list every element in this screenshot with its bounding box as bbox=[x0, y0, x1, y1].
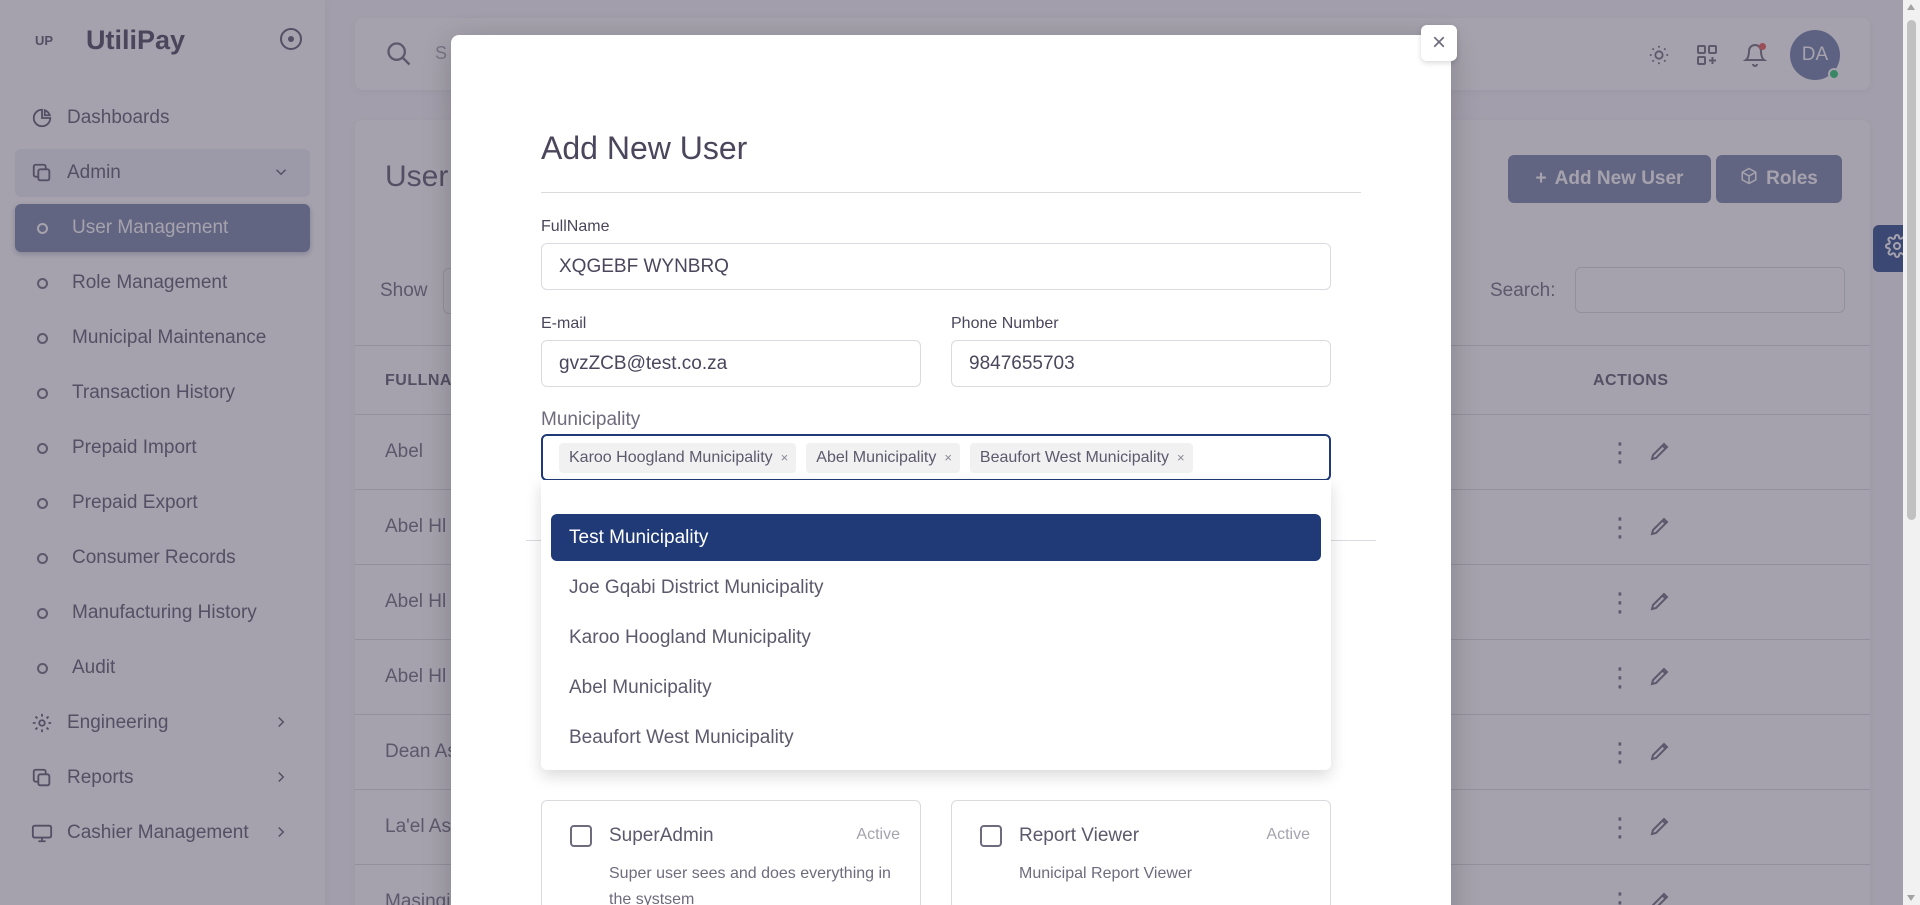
dropdown-option[interactable]: Test Municipality bbox=[551, 514, 1321, 561]
tag-label: Beaufort West Municipality bbox=[979, 448, 1170, 466]
selected-tag: Abel Municipality × bbox=[806, 442, 960, 473]
fullname-field[interactable]: XQGEBF WYNBRQ bbox=[541, 243, 1331, 290]
role-description: Municipal Report Viewer bbox=[1019, 865, 1193, 882]
email-label: E-mail bbox=[541, 315, 587, 332]
role-status: Active bbox=[856, 826, 900, 843]
role-checkbox[interactable] bbox=[570, 825, 592, 847]
modal-title: Add New User bbox=[541, 130, 748, 166]
dropdown-option[interactable]: Joe Gqabi District Municipality bbox=[551, 564, 1321, 611]
close-icon: × bbox=[1431, 29, 1446, 56]
scroll-up-icon[interactable] bbox=[1907, 4, 1915, 10]
phone-field[interactable]: 9847655703 bbox=[951, 340, 1331, 387]
fullname-label: FullName bbox=[541, 218, 610, 235]
selected-tag: Beaufort West Municipality × bbox=[969, 442, 1193, 473]
role-name: Report Viewer bbox=[1019, 825, 1140, 846]
role-checkbox[interactable] bbox=[980, 825, 1002, 847]
phone-label: Phone Number bbox=[951, 315, 1059, 332]
email-field[interactable]: gvzZCB@test.co.za bbox=[541, 340, 921, 387]
remove-tag-icon[interactable]: × bbox=[1177, 450, 1185, 465]
municipality-multiselect[interactable]: Karoo Hoogland Municipality × Abel Munici… bbox=[541, 434, 1331, 481]
role-name: SuperAdmin bbox=[609, 825, 714, 846]
remove-tag-icon[interactable]: × bbox=[781, 450, 789, 465]
dropdown-option[interactable]: Abel Municipality bbox=[551, 664, 1321, 711]
scrollbar-thumb[interactable] bbox=[1907, 20, 1916, 520]
dropdown-option[interactable]: Karoo Hoogland Municipality bbox=[551, 614, 1321, 661]
role-card-report-viewer[interactable]: Report Viewer Active Municipal Report Vi… bbox=[951, 800, 1331, 905]
tag-label: Karoo Hoogland Municipality bbox=[569, 448, 773, 466]
role-description: Super user sees and does everything in t… bbox=[609, 865, 891, 905]
selected-tag: Karoo Hoogland Municipality × bbox=[559, 442, 797, 473]
role-status: Active bbox=[1266, 826, 1310, 843]
modal-divider bbox=[541, 192, 1361, 193]
role-card-superadmin[interactable]: SuperAdmin Active Super user sees and do… bbox=[541, 800, 921, 905]
tag-label: Abel Municipality bbox=[816, 448, 937, 466]
municipality-label: Municipality bbox=[541, 409, 641, 430]
dropdown-option[interactable]: Beaufort West Municipality bbox=[551, 714, 1321, 761]
close-modal-button[interactable]: × bbox=[1421, 25, 1457, 61]
municipality-dropdown: Test Municipality Joe Gqabi District Mun… bbox=[541, 480, 1331, 770]
scroll-down-icon[interactable] bbox=[1907, 895, 1915, 901]
remove-tag-icon[interactable]: × bbox=[944, 450, 952, 465]
page-scrollbar[interactable] bbox=[1903, 0, 1920, 905]
